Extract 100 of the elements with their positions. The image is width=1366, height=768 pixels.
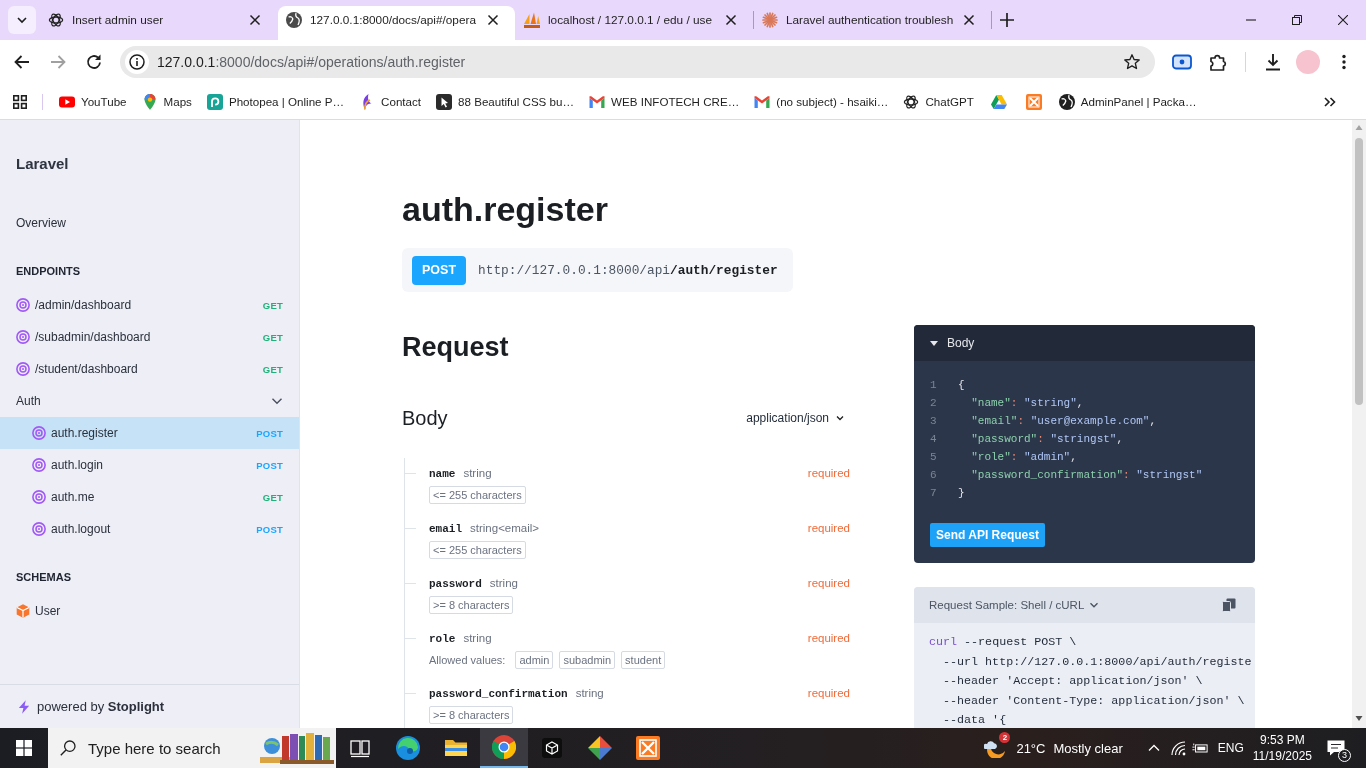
cursor-tile-icon [436,93,453,110]
powered-by-link[interactable]: powered by Stoplight [37,699,165,714]
language-indicator[interactable]: ENG [1217,741,1244,755]
address-field[interactable]: 127.0.0.1:8000/docs/api#/operations/auth.register [120,46,1155,78]
scrollbar[interactable] [1352,120,1366,728]
endpoint-url: http://127.0.0.1:8000/api/auth/register [478,262,778,278]
required-label: required [807,631,850,646]
sidebar-item[interactable]: Overview [0,207,299,239]
target-icon [32,458,46,472]
bookmark[interactable]: ChatGPT [897,87,980,116]
bookmark[interactable]: WEB INFOTECH CRE… [583,87,746,116]
code-line: "password_confirmation": "stringst" [970,468,1203,483]
download-icon[interactable] [1263,52,1283,72]
body-panel-toggle[interactable]: Body [914,325,1255,361]
code-line: "name": "string", [970,396,1084,411]
temperature-text[interactable]: 21°C [1016,740,1046,756]
page-title: auth.register [402,189,608,230]
sidebar-item[interactable]: auth.me GET [0,481,299,513]
allowed-value-tag: subadmin [559,651,616,669]
field-name: email [429,522,462,537]
tab-search-button[interactable] [8,6,36,34]
browser-tab[interactable]: localhost / 127.0.0.1 / edu / use [516,6,753,40]
sidebar-item[interactable]: User [0,595,299,627]
puzzle-piece-icon[interactable] [1208,52,1228,72]
required-label: required [807,576,850,591]
line-number: 4 [930,432,938,447]
sidebar-group[interactable]: Auth [0,385,299,417]
taskbar-app[interactable] [480,728,528,768]
bookmark[interactable]: (no subject) - hsaiki… [748,87,895,116]
weather-text[interactable]: Mostly clear [1053,740,1123,756]
star-icon[interactable] [1123,53,1141,71]
content-type-dropdown[interactable]: application/json [746,411,850,425]
bookmark[interactable]: Maps [135,87,198,116]
field-name: password_confirmation [429,687,568,702]
browser-tab[interactable]: Laravel authentication troublesh [754,6,991,40]
notification-icon[interactable] [1326,738,1346,758]
task-view-icon [350,738,370,758]
copy-icon[interactable] [1222,598,1236,612]
code-line: --data '{ [942,712,1007,728]
cube-icon [16,604,30,618]
bookmark[interactable]: 88 Beautiful CSS bu… [430,87,581,116]
sidebar-item[interactable]: /student/dashboard GET [0,353,299,385]
bookmark[interactable]: YouTube [53,87,133,116]
app-title: Laravel [16,154,69,174]
reload-icon[interactable] [84,52,104,72]
clock-date[interactable]: 11/19/2025 [1252,748,1312,764]
globe-icon [286,12,302,28]
body-heading: Body [402,406,448,431]
tile-logo-icon [636,736,660,760]
close-icon[interactable] [1338,15,1348,25]
tile-logo-icon [1025,93,1042,110]
allowed-value-tag: student [621,651,666,669]
constraint-tag: <= 255 characters [429,486,526,504]
chevron-down-icon [1089,600,1100,610]
knot-logo-icon [48,12,64,28]
code-line: "role": "admin", [970,450,1077,465]
code-line: --header 'Content-Type: application/json' \ [942,692,1245,710]
language-dropdown[interactable]: Request Sample: Shell / cURL [929,599,1100,611]
bookmark[interactable]: Photopea | Online P… [200,87,351,116]
bookmark[interactable]: Contact [353,87,428,116]
search-field[interactable]: Type here to search [88,739,238,757]
close-icon[interactable] [485,12,501,28]
ring-logo-icon [492,735,516,759]
method-label: POST [256,459,283,471]
allowed-values-label: Allowed values: [429,654,506,666]
constraint-tag: >= 8 characters [429,706,514,724]
close-icon[interactable] [723,12,739,28]
bookmark[interactable]: AdminPanel | Packa… [1052,87,1203,116]
plus-icon[interactable] [999,12,1015,28]
sidebar-item[interactable]: auth.logout POST [0,513,299,545]
moon-cloud-icon[interactable] [984,738,1007,758]
close-icon[interactable] [961,12,977,28]
sidebar-item[interactable]: auth.login POST [0,449,299,481]
lightning-icon [18,699,30,714]
apps-grid-icon[interactable] [13,94,27,109]
info-icon[interactable] [125,50,149,74]
required-label: required [807,521,850,536]
sidebar-item[interactable]: auth.register POST [0,417,299,449]
chevron-down-icon [835,413,845,423]
triangle-logo-icon [990,93,1007,110]
allowed-value-tag: admin [515,651,554,669]
clock-time[interactable]: 9:53 PM [1260,732,1305,748]
windows-logo-icon [16,740,32,756]
restore-icon[interactable] [1292,15,1302,25]
code-line: "email": "user@example.com", [970,414,1157,429]
close-icon[interactable] [247,12,263,28]
sidebar-item[interactable]: /subadmin/dashboard GET [0,321,299,353]
line-number: 2 [930,396,938,411]
browser-tab[interactable]: Insert admin user [40,6,277,40]
sidebar-item[interactable]: /admin/dashboard GET [0,289,299,321]
chevron-down-icon [16,14,28,26]
line-number: 6 [930,468,938,483]
wifi-icon[interactable] [1169,740,1186,756]
target-icon [32,490,46,504]
browser-tab[interactable]: 127.0.0.1:8000/docs/api#/opera [278,6,515,40]
screen-icon[interactable] [1172,52,1192,72]
notification-badge: 2 [999,732,1011,743]
line-number: 5 [930,450,938,465]
knot-logo-icon [903,93,920,110]
field-name: role [429,632,456,647]
